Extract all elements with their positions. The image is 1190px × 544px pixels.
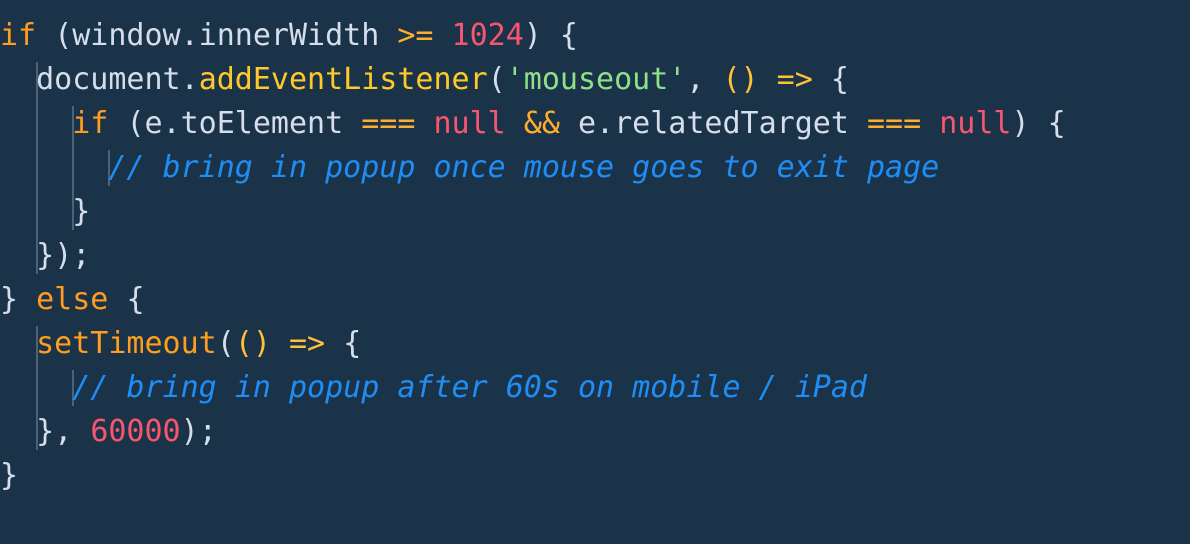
- token-paren: (: [722, 62, 741, 97]
- token-arrow: =>: [776, 62, 813, 97]
- token-punct: ): [180, 414, 199, 449]
- code-line[interactable]: setTimeout(() => {: [0, 322, 1190, 366]
- token-operator: ===: [361, 106, 416, 141]
- code-line[interactable]: document.addEventListener('mouseout', ()…: [0, 58, 1190, 102]
- code-line[interactable]: });: [0, 234, 1190, 278]
- code-line[interactable]: if (e.toElement === null && e.relatedTar…: [0, 102, 1190, 146]
- token-number: 60000: [90, 414, 181, 449]
- token-punct: (: [487, 62, 506, 97]
- code-line[interactable]: }, 60000);: [0, 410, 1190, 454]
- token-punct: {: [1047, 106, 1066, 141]
- token-keyword: if: [72, 106, 109, 141]
- token-punct: }: [36, 238, 55, 273]
- token-operator: >=: [397, 18, 434, 53]
- token-punct: ): [54, 238, 73, 273]
- code-line[interactable]: } else {: [0, 278, 1190, 322]
- token-constant: null: [939, 106, 1012, 141]
- token-keyword: if: [0, 18, 37, 53]
- token-keyword: else: [36, 282, 109, 317]
- token-punct: {: [830, 62, 849, 97]
- token-string: 'mouseout': [505, 62, 687, 97]
- token-paren: ): [252, 326, 271, 361]
- token-punct: }: [0, 458, 19, 493]
- token-punct: (: [54, 18, 73, 53]
- token-operator: ===: [867, 106, 922, 141]
- token-keyword: setTimeout: [36, 326, 217, 361]
- token-plain: document: [36, 62, 181, 97]
- token-comment: // bring in popup once mouse goes to exi…: [108, 150, 940, 185]
- token-punct: }: [36, 414, 55, 449]
- token-punct: {: [343, 326, 362, 361]
- token-punct: }: [0, 282, 19, 317]
- token-punct: (: [126, 106, 145, 141]
- token-plain: window.innerWidth: [72, 18, 380, 53]
- token-arrow: =>: [289, 326, 326, 361]
- token-plain: e.toElement: [144, 106, 344, 141]
- token-punct: (: [216, 326, 235, 361]
- token-punct: ,: [54, 414, 73, 449]
- token-punct: {: [559, 18, 578, 53]
- code-line[interactable]: }: [0, 454, 1190, 498]
- code-editor[interactable]: if (window.innerWidth >= 1024) { documen…: [0, 0, 1190, 544]
- token-punct: ;: [72, 238, 91, 273]
- token-operator: &&: [523, 106, 560, 141]
- code-content[interactable]: if (window.innerWidth >= 1024) { documen…: [0, 14, 1190, 498]
- token-punct: }: [72, 194, 91, 229]
- code-line[interactable]: }: [0, 190, 1190, 234]
- token-constant: null: [433, 106, 506, 141]
- token-paren: ): [740, 62, 759, 97]
- token-function: addEventListener: [198, 62, 488, 97]
- token-punct: ): [523, 18, 542, 53]
- token-punct: ,: [686, 62, 705, 97]
- token-plain: e.relatedTarget: [578, 106, 849, 141]
- code-line[interactable]: if (window.innerWidth >= 1024) {: [0, 14, 1190, 58]
- token-punct: {: [126, 282, 145, 317]
- token-comment: // bring in popup after 60s on mobile / …: [72, 370, 867, 405]
- token-paren: (: [234, 326, 253, 361]
- code-line[interactable]: // bring in popup after 60s on mobile / …: [0, 366, 1190, 410]
- token-punct: ): [1011, 106, 1030, 141]
- token-plain: .: [180, 62, 199, 97]
- code-line[interactable]: // bring in popup once mouse goes to exi…: [0, 146, 1190, 190]
- token-punct: ;: [198, 414, 217, 449]
- token-number: 1024: [451, 18, 524, 53]
